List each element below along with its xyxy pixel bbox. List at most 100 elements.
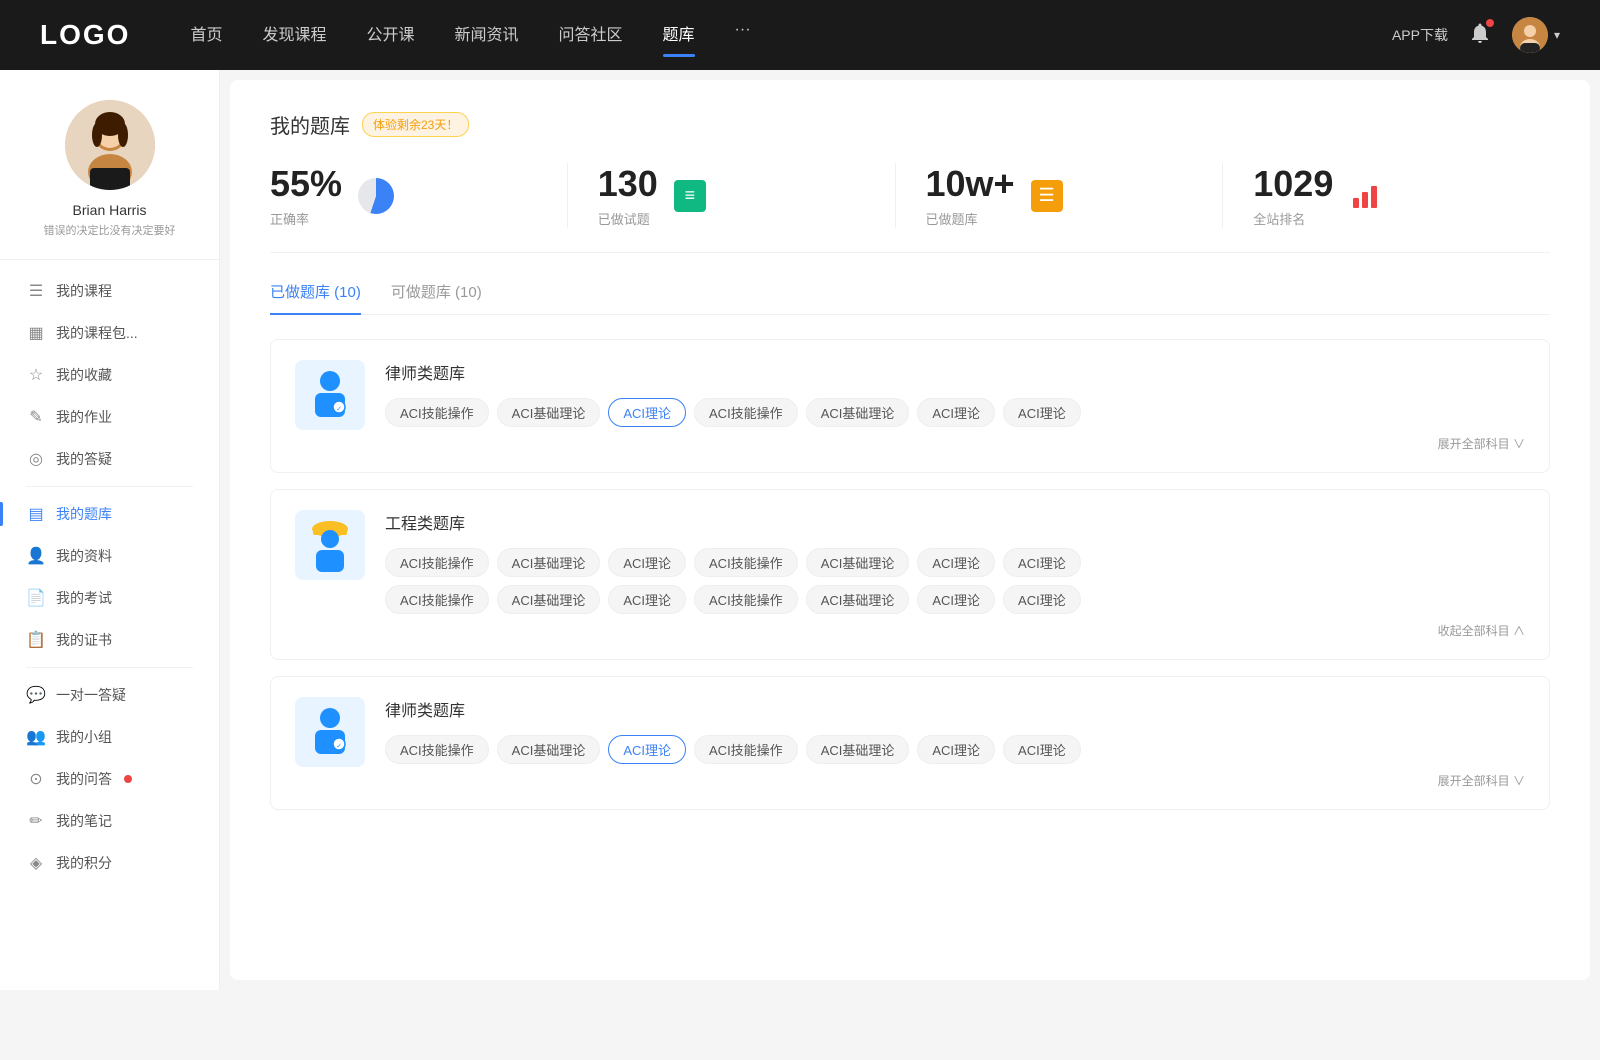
tag-eng-2-6[interactable]: ACI理论 <box>917 585 995 614</box>
sidebar-item-groups[interactable]: 👥 我的小组 <box>10 716 209 758</box>
questions-label: 已做试题 <box>598 209 658 228</box>
lawyer-icon: ✓ <box>305 367 355 423</box>
main-nav: 首页 发现课程 公开课 新闻资讯 问答社区 题库 ··· <box>190 21 1392 49</box>
sidebar-label-course-packages: 我的课程包... <box>56 323 138 343</box>
notification-bell[interactable] <box>1468 21 1492 50</box>
page-title: 我的题库 <box>270 110 350 139</box>
nav-discover[interactable]: 发现课程 <box>262 21 326 49</box>
sidebar-item-homework[interactable]: ✎ 我的作业 <box>10 396 209 438</box>
sidebar-divider-1 <box>26 486 193 487</box>
nav-open-course[interactable]: 公开课 <box>366 21 414 49</box>
expand-btn-lawyer-1[interactable]: 展开全部科目 ∨ <box>385 435 1525 452</box>
tag-lawyer1-4[interactable]: ACI技能操作 <box>694 398 798 427</box>
sidebar-item-course-packages[interactable]: ▦ 我的课程包... <box>10 312 209 354</box>
sidebar-item-notes[interactable]: ✏ 我的笔记 <box>10 800 209 842</box>
tag-eng-2-7[interactable]: ACI理论 <box>1003 585 1081 614</box>
sidebar-label-my-courses: 我的课程 <box>56 281 112 301</box>
header-right: APP下载 ▾ <box>1392 17 1560 53</box>
bank-content-engineer: 工程类题库 ACI技能操作 ACI基础理论 ACI理论 ACI技能操作 ACI基… <box>385 510 1525 639</box>
sidebar-item-qa[interactable]: ◎ 我的答疑 <box>10 438 209 480</box>
bar-chart-icon <box>1349 180 1381 212</box>
tags-row-engineer-1: ACI技能操作 ACI基础理论 ACI理论 ACI技能操作 ACI基础理论 AC… <box>385 548 1525 577</box>
questions-value-group: 130 已做试题 <box>598 163 658 228</box>
ranking-chart-svg <box>1351 182 1379 210</box>
tag-eng-2-2[interactable]: ACI基础理论 <box>497 585 601 614</box>
questions-value: 130 <box>598 163 658 205</box>
tag-lawyer2-6[interactable]: ACI理论 <box>917 735 995 764</box>
main-layout: Brian Harris 错误的决定比没有决定要好 ☰ 我的课程 ▦ 我的课程包… <box>0 70 1600 990</box>
tag-lawyer1-6[interactable]: ACI理论 <box>917 398 995 427</box>
tag-eng-1-5[interactable]: ACI基础理论 <box>806 548 910 577</box>
sidebar-label-certificates: 我的证书 <box>56 630 112 650</box>
homework-icon: ✎ <box>26 407 46 427</box>
sidebar-label-my-questions: 我的问答 <box>56 769 112 789</box>
nav-question-bank[interactable]: 题库 <box>663 21 695 49</box>
user-avatar-container[interactable]: ▾ <box>1512 17 1560 53</box>
stat-banks-done: 10w+ 已做题库 ☰ <box>896 163 1224 228</box>
question-circle-icon: ◎ <box>26 449 46 469</box>
sidebar-item-exams[interactable]: 📄 我的考试 <box>10 577 209 619</box>
sidebar-item-my-questions[interactable]: ⊙ 我的问答 <box>10 758 209 800</box>
profile-section: Brian Harris 错误的决定比没有决定要好 <box>0 100 219 260</box>
tabs-row: 已做题库 (10) 可做题库 (10) <box>270 281 1550 315</box>
sidebar-item-materials[interactable]: 👤 我的资料 <box>10 535 209 577</box>
tag-lawyer2-5[interactable]: ACI基础理论 <box>806 735 910 764</box>
nav-news[interactable]: 新闻资讯 <box>455 21 519 49</box>
tag-lawyer1-2[interactable]: ACI基础理论 <box>497 398 601 427</box>
tags-row-lawyer-1: ACI技能操作 ACI基础理论 ACI理论 ACI技能操作 ACI基础理论 AC… <box>385 398 1525 427</box>
sidebar-item-my-courses[interactable]: ☰ 我的课程 <box>10 270 209 312</box>
tag-eng-1-2[interactable]: ACI基础理论 <box>497 548 601 577</box>
sidebar-item-one-on-one[interactable]: 💬 一对一答疑 <box>10 674 209 716</box>
lawyer-icon-wrapper-2: ✓ <box>295 697 365 767</box>
tab-done-banks[interactable]: 已做题库 (10) <box>270 281 361 314</box>
notes-icon: ✏ <box>26 811 46 831</box>
accuracy-value: 55% <box>270 163 342 205</box>
notification-dot <box>1486 19 1494 27</box>
app-download-link[interactable]: APP下载 <box>1392 25 1448 45</box>
expand-btn-lawyer-2[interactable]: 展开全部科目 ∨ <box>385 772 1525 789</box>
lawyer-icon-2: ✓ <box>305 704 355 760</box>
tab-available-banks[interactable]: 可做题库 (10) <box>391 281 482 314</box>
users-icon: 👤 <box>26 546 46 566</box>
sidebar-item-certificates[interactable]: 📋 我的证书 <box>10 619 209 661</box>
sidebar-divider-2 <box>26 667 193 668</box>
chevron-down-icon: ▾ <box>1554 28 1560 42</box>
sidebar-item-question-bank[interactable]: ▤ 我的题库 <box>10 493 209 535</box>
sidebar-label-notes: 我的笔记 <box>56 811 112 831</box>
tag-eng-1-7[interactable]: ACI理论 <box>1003 548 1081 577</box>
tag-lawyer2-4[interactable]: ACI技能操作 <box>694 735 798 764</box>
nav-qa[interactable]: 问答社区 <box>559 21 623 49</box>
tag-eng-2-3[interactable]: ACI理论 <box>608 585 686 614</box>
sidebar-item-favorites[interactable]: ☆ 我的收藏 <box>10 354 209 396</box>
nav-home[interactable]: 首页 <box>190 21 222 49</box>
ranking-value-group: 1029 全站排名 <box>1253 163 1333 228</box>
exam-icon: 📄 <box>26 588 46 608</box>
nav-more[interactable]: ··· <box>735 21 751 49</box>
tag-lawyer2-1[interactable]: ACI技能操作 <box>385 735 489 764</box>
bank-item-lawyer-1: ✓ 律师类题库 ACI技能操作 ACI基础理论 ACI理论 ACI技能操作 AC… <box>270 339 1550 473</box>
sidebar-item-points[interactable]: ◈ 我的积分 <box>10 842 209 884</box>
tag-lawyer2-2[interactable]: ACI基础理论 <box>497 735 601 764</box>
expand-btn-engineer[interactable]: 收起全部科目 ∧ <box>385 622 1525 639</box>
tag-eng-2-1[interactable]: ACI技能操作 <box>385 585 489 614</box>
tag-eng-2-4[interactable]: ACI技能操作 <box>694 585 798 614</box>
tag-lawyer1-5[interactable]: ACI基础理论 <box>806 398 910 427</box>
tag-lawyer1-7[interactable]: ACI理论 <box>1003 398 1081 427</box>
main-content: 我的题库 体验剩余23天！ 55% 正确率 130 已做试题 ≡ <box>230 80 1590 980</box>
tag-eng-2-5[interactable]: ACI基础理论 <box>806 585 910 614</box>
tag-eng-1-4[interactable]: ACI技能操作 <box>694 548 798 577</box>
stats-row: 55% 正确率 130 已做试题 ≡ 10w+ 已做题库 ☰ <box>270 163 1550 253</box>
tag-lawyer2-3[interactable]: ACI理论 <box>608 735 686 764</box>
sidebar-label-materials: 我的资料 <box>56 546 112 566</box>
chat-icon: 💬 <box>26 685 46 705</box>
tag-lawyer1-1[interactable]: ACI技能操作 <box>385 398 489 427</box>
profile-avatar <box>65 100 155 190</box>
tag-lawyer2-7[interactable]: ACI理论 <box>1003 735 1081 764</box>
tag-eng-1-3[interactable]: ACI理论 <box>608 548 686 577</box>
tag-lawyer1-3[interactable]: ACI理论 <box>608 398 686 427</box>
avatar <box>1512 17 1548 53</box>
tag-eng-1-6[interactable]: ACI理论 <box>917 548 995 577</box>
certificate-icon: 📋 <box>26 630 46 650</box>
profile-avatar-svg <box>65 100 155 190</box>
tag-eng-1-1[interactable]: ACI技能操作 <box>385 548 489 577</box>
